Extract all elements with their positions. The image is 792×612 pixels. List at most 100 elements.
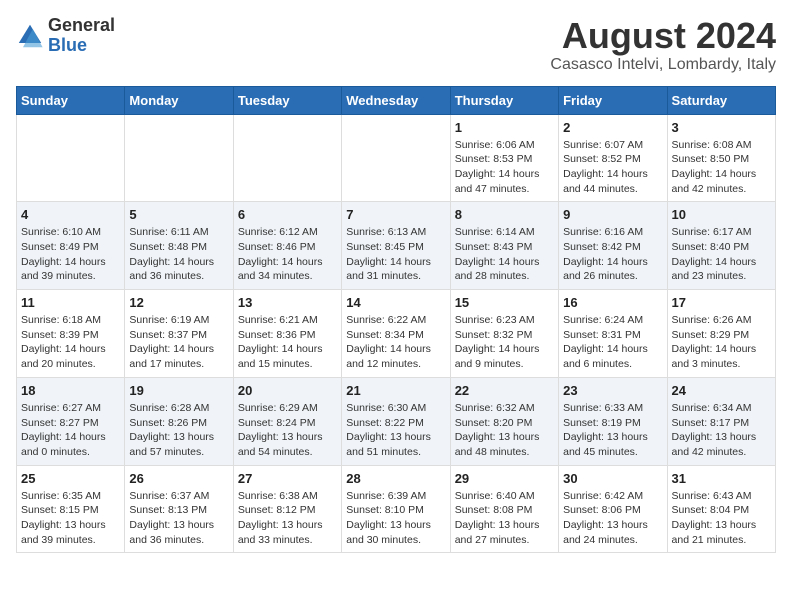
day-number: 13 [238, 295, 337, 310]
day-info: Sunrise: 6:32 AM Sunset: 8:20 PM Dayligh… [455, 401, 554, 460]
calendar-cell: 28 Sunrise: 6:39 AM Sunset: 8:10 PM Dayli… [342, 465, 450, 553]
logo: General Blue [16, 16, 115, 56]
day-info: Sunrise: 6:11 AM Sunset: 8:48 PM Dayligh… [129, 225, 228, 284]
day-number: 22 [455, 383, 554, 398]
calendar-body: 1Sunrise: 6:06 AM Sunset: 8:53 PM Daylig… [17, 114, 776, 553]
calendar-cell: 6 Sunrise: 6:12 AM Sunset: 8:46 PM Daylig… [233, 202, 341, 290]
calendar-header: SundayMondayTuesdayWednesdayThursdayFrid… [17, 86, 776, 114]
calendar-cell: 19Sunrise: 6:28 AM Sunset: 8:26 PM Dayli… [125, 377, 233, 465]
day-info: Sunrise: 6:24 AM Sunset: 8:31 PM Dayligh… [563, 313, 662, 372]
day-number: 12 [129, 295, 228, 310]
location: Casasco Intelvi, Lombardy, Italy [550, 56, 776, 74]
day-info: Sunrise: 6:10 AM Sunset: 8:49 PM Dayligh… [21, 225, 120, 284]
day-info: Sunrise: 6:23 AM Sunset: 8:32 PM Dayligh… [455, 313, 554, 372]
day-info: Sunrise: 6:40 AM Sunset: 8:08 PM Dayligh… [455, 489, 554, 548]
day-info: Sunrise: 6:33 AM Sunset: 8:19 PM Dayligh… [563, 401, 662, 460]
calendar-cell: 23 Sunrise: 6:33 AM Sunset: 8:19 PM Dayli… [559, 377, 667, 465]
logo-general: General [48, 15, 115, 35]
day-info: Sunrise: 6:27 AM Sunset: 8:27 PM Dayligh… [21, 401, 120, 460]
calendar-cell: 7 Sunrise: 6:13 AM Sunset: 8:45 PM Daylig… [342, 202, 450, 290]
day-info: Sunrise: 6:19 AM Sunset: 8:37 PM Dayligh… [129, 313, 228, 372]
calendar-cell: 21Sunrise: 6:30 AM Sunset: 8:22 PM Dayli… [342, 377, 450, 465]
day-info: Sunrise: 6:26 AM Sunset: 8:29 PM Dayligh… [672, 313, 771, 372]
logo-icon [16, 22, 44, 50]
calendar-cell: 1Sunrise: 6:06 AM Sunset: 8:53 PM Daylig… [450, 114, 558, 202]
calendar-table: SundayMondayTuesdayWednesdayThursdayFrid… [16, 86, 776, 554]
calendar-cell: 11 Sunrise: 6:18 AM Sunset: 8:39 PM Dayli… [17, 290, 125, 378]
day-info: Sunrise: 6:42 AM Sunset: 8:06 PM Dayligh… [563, 489, 662, 548]
day-info: Sunrise: 6:37 AM Sunset: 8:13 PM Dayligh… [129, 489, 228, 548]
calendar-week-row: 1Sunrise: 6:06 AM Sunset: 8:53 PM Daylig… [17, 114, 776, 202]
calendar-cell: 12 Sunrise: 6:19 AM Sunset: 8:37 PM Dayli… [125, 290, 233, 378]
calendar-cell: 25 Sunrise: 6:35 AM Sunset: 8:15 PM Dayli… [17, 465, 125, 553]
header-day-sunday: Sunday [17, 86, 125, 114]
day-number: 27 [238, 471, 337, 486]
day-info: Sunrise: 6:16 AM Sunset: 8:42 PM Dayligh… [563, 225, 662, 284]
day-number: 25 [21, 471, 120, 486]
day-number: 26 [129, 471, 228, 486]
calendar-cell: 22 Sunrise: 6:32 AM Sunset: 8:20 PM Dayli… [450, 377, 558, 465]
header-day-monday: Monday [125, 86, 233, 114]
calendar-cell: 30 Sunrise: 6:42 AM Sunset: 8:06 PM Dayli… [559, 465, 667, 553]
day-info: Sunrise: 6:30 AM Sunset: 8:22 PM Dayligh… [346, 401, 445, 460]
day-info: Sunrise: 6:07 AM Sunset: 8:52 PM Dayligh… [563, 138, 662, 197]
day-number: 11 [21, 295, 120, 310]
calendar-cell: 17Sunrise: 6:26 AM Sunset: 8:29 PM Dayli… [667, 290, 775, 378]
calendar-cell: 5 Sunrise: 6:11 AM Sunset: 8:48 PM Daylig… [125, 202, 233, 290]
day-number: 10 [672, 207, 771, 222]
day-info: Sunrise: 6:38 AM Sunset: 8:12 PM Dayligh… [238, 489, 337, 548]
calendar-cell: 2 Sunrise: 6:07 AM Sunset: 8:52 PM Daylig… [559, 114, 667, 202]
day-number: 5 [129, 207, 228, 222]
day-number: 6 [238, 207, 337, 222]
day-number: 9 [563, 207, 662, 222]
day-info: Sunrise: 6:08 AM Sunset: 8:50 PM Dayligh… [672, 138, 771, 197]
calendar-cell: 24Sunrise: 6:34 AM Sunset: 8:17 PM Dayli… [667, 377, 775, 465]
calendar-cell: 13 Sunrise: 6:21 AM Sunset: 8:36 PM Dayli… [233, 290, 341, 378]
day-number: 1 [455, 120, 554, 135]
calendar-cell: 20 Sunrise: 6:29 AM Sunset: 8:24 PM Dayli… [233, 377, 341, 465]
day-info: Sunrise: 6:12 AM Sunset: 8:46 PM Dayligh… [238, 225, 337, 284]
calendar-week-row: 18Sunrise: 6:27 AM Sunset: 8:27 PM Dayli… [17, 377, 776, 465]
day-info: Sunrise: 6:14 AM Sunset: 8:43 PM Dayligh… [455, 225, 554, 284]
day-number: 7 [346, 207, 445, 222]
day-info: Sunrise: 6:13 AM Sunset: 8:45 PM Dayligh… [346, 225, 445, 284]
page-header: General Blue August 2024 Casasco Intelvi… [16, 16, 776, 74]
day-number: 31 [672, 471, 771, 486]
day-info: Sunrise: 6:29 AM Sunset: 8:24 PM Dayligh… [238, 401, 337, 460]
day-number: 2 [563, 120, 662, 135]
day-info: Sunrise: 6:39 AM Sunset: 8:10 PM Dayligh… [346, 489, 445, 548]
header-day-saturday: Saturday [667, 86, 775, 114]
header-row: SundayMondayTuesdayWednesdayThursdayFrid… [17, 86, 776, 114]
day-number: 20 [238, 383, 337, 398]
day-info: Sunrise: 6:43 AM Sunset: 8:04 PM Dayligh… [672, 489, 771, 548]
day-number: 23 [563, 383, 662, 398]
day-number: 30 [563, 471, 662, 486]
logo-blue: Blue [48, 35, 87, 55]
day-info: Sunrise: 6:18 AM Sunset: 8:39 PM Dayligh… [21, 313, 120, 372]
calendar-cell: 15Sunrise: 6:23 AM Sunset: 8:32 PM Dayli… [450, 290, 558, 378]
day-number: 8 [455, 207, 554, 222]
day-info: Sunrise: 6:17 AM Sunset: 8:40 PM Dayligh… [672, 225, 771, 284]
day-info: Sunrise: 6:21 AM Sunset: 8:36 PM Dayligh… [238, 313, 337, 372]
month-title: August 2024 [550, 16, 776, 56]
day-number: 28 [346, 471, 445, 486]
header-day-thursday: Thursday [450, 86, 558, 114]
day-number: 29 [455, 471, 554, 486]
calendar-cell: 10 Sunrise: 6:17 AM Sunset: 8:40 PM Dayli… [667, 202, 775, 290]
title-block: August 2024 Casasco Intelvi, Lombardy, I… [550, 16, 776, 74]
calendar-week-row: 4 Sunrise: 6:10 AM Sunset: 8:49 PM Daylig… [17, 202, 776, 290]
day-info: Sunrise: 6:34 AM Sunset: 8:17 PM Dayligh… [672, 401, 771, 460]
day-number: 16 [563, 295, 662, 310]
day-number: 19 [129, 383, 228, 398]
calendar-week-row: 25 Sunrise: 6:35 AM Sunset: 8:15 PM Dayli… [17, 465, 776, 553]
header-day-wednesday: Wednesday [342, 86, 450, 114]
calendar-cell: 18Sunrise: 6:27 AM Sunset: 8:27 PM Dayli… [17, 377, 125, 465]
day-number: 4 [21, 207, 120, 222]
calendar-cell: 26 Sunrise: 6:37 AM Sunset: 8:13 PM Dayli… [125, 465, 233, 553]
calendar-cell [17, 114, 125, 202]
header-day-friday: Friday [559, 86, 667, 114]
day-info: Sunrise: 6:22 AM Sunset: 8:34 PM Dayligh… [346, 313, 445, 372]
calendar-week-row: 11 Sunrise: 6:18 AM Sunset: 8:39 PM Dayli… [17, 290, 776, 378]
calendar-cell: 16 Sunrise: 6:24 AM Sunset: 8:31 PM Dayli… [559, 290, 667, 378]
day-info: Sunrise: 6:35 AM Sunset: 8:15 PM Dayligh… [21, 489, 120, 548]
